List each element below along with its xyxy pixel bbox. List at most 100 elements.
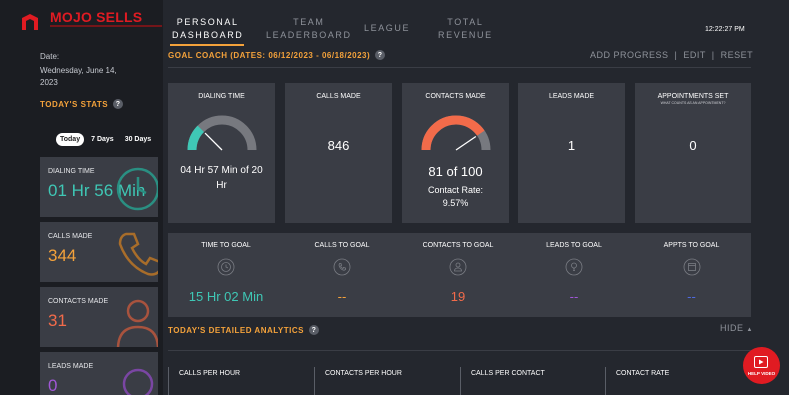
goal-title: CONTACTS TO GOAL bbox=[422, 242, 494, 249]
metric-card-leads-made: LEADS MADE 1 bbox=[518, 83, 625, 223]
tab-league[interactable]: LEAGUE bbox=[364, 22, 410, 35]
help-question-icon[interactable]: ? bbox=[375, 50, 386, 60]
tab-team-leaderboard[interactable]: TEAM LEADERBOARD bbox=[266, 16, 352, 42]
divider-line bbox=[168, 67, 751, 68]
tab-line: PERSONAL bbox=[176, 17, 239, 27]
tab-line: TEAM bbox=[293, 17, 325, 27]
goal-col-time: TIME TO GOAL 15 Hr 02 Min bbox=[168, 233, 284, 317]
metric-title: APPOINTMENTS SET bbox=[657, 93, 729, 100]
metric-value: 04 Hr 57 Min of 20 Hr bbox=[180, 165, 263, 191]
metric-card-calls-made: CALLS MADE 846 bbox=[285, 83, 392, 223]
dialing-time-gauge bbox=[187, 115, 256, 151]
active-tab-indicator bbox=[170, 44, 244, 46]
goal-title: TIME TO GOAL bbox=[201, 242, 251, 249]
goal-value: -- bbox=[569, 289, 579, 304]
goal-col-contacts: CONTACTS TO GOAL 19 bbox=[400, 233, 516, 317]
analytics-col-contact-rate: CONTACT RATE bbox=[605, 367, 669, 395]
metric-card-appointments-set: APPOINTMENTS SET WHAT COUNTS AS AN APPOI… bbox=[635, 83, 751, 223]
goal-col-leads: LEADS TO GOAL -- bbox=[516, 233, 632, 317]
metric-value: 0 bbox=[689, 138, 697, 153]
calendar-icon bbox=[683, 258, 700, 276]
analytics-label: TODAY'S DETAILED ANALYTICS bbox=[168, 325, 304, 335]
stat-value: 344 bbox=[48, 246, 77, 265]
hide-label: HIDE bbox=[720, 323, 744, 333]
tab-line: LEADERBOARD bbox=[266, 30, 352, 40]
lightbulb-icon bbox=[565, 258, 583, 276]
clock: 12:22:27 PM bbox=[705, 26, 745, 33]
video-icon bbox=[754, 356, 768, 368]
goal-col-appointments: APPTS TO GOAL -- bbox=[632, 233, 751, 317]
help-question-icon[interactable]: ? bbox=[308, 325, 319, 335]
range-tab-30-days[interactable]: 30 Days bbox=[121, 133, 155, 146]
reset-button[interactable]: RESET bbox=[721, 50, 754, 60]
chevron-up-icon: ▲ bbox=[746, 327, 753, 333]
edit-button[interactable]: EDIT bbox=[683, 50, 705, 60]
lightbulb-icon bbox=[122, 368, 154, 395]
tab-personal-dashboard[interactable]: PERSONAL DASHBOARD bbox=[172, 16, 243, 42]
clock-icon bbox=[217, 258, 235, 276]
add-progress-button[interactable]: ADD PROGRESS bbox=[590, 50, 669, 60]
range-tab-7-days[interactable]: 7 Days bbox=[87, 133, 118, 146]
divider: | bbox=[671, 50, 681, 60]
goal-coach-title: GOAL COACH (DATES: 06/12/2023 - 06/18/20… bbox=[168, 50, 386, 60]
goal-value: -- bbox=[687, 289, 696, 304]
tab-line: TOTAL bbox=[447, 17, 484, 27]
analytics-col-calls-per-contact: CALLS PER CONTACT bbox=[460, 367, 545, 395]
stat-card-leads-made: LEADS MADE 0 bbox=[40, 352, 158, 395]
logo-mark-icon bbox=[22, 14, 38, 30]
goal-value: -- bbox=[337, 289, 347, 304]
help-question-icon[interactable]: ? bbox=[113, 99, 124, 109]
help-video-button[interactable]: HELP VIDEO bbox=[743, 347, 780, 384]
range-tab-today[interactable]: Today bbox=[56, 133, 85, 146]
person-icon bbox=[449, 258, 467, 276]
goal-title: LEADS TO GOAL bbox=[546, 242, 602, 249]
goal-coach-label: GOAL COACH (DATES: 06/12/2023 - 06/18/20… bbox=[168, 50, 371, 60]
contact-rate-label: Contact Rate: bbox=[427, 185, 484, 195]
date-value: Wednesday, June 14, 2023 bbox=[40, 66, 117, 87]
todays-stats-title: TODAY'S STATS ? bbox=[40, 99, 124, 109]
metric-title: DIALING TIME bbox=[198, 93, 245, 100]
goal-value: 15 Hr 02 Min bbox=[188, 289, 264, 304]
stat-label: LEADS MADE bbox=[48, 363, 94, 370]
contact-rate-value: 9.57% bbox=[442, 198, 469, 208]
metric-title: LEADS MADE bbox=[548, 93, 595, 100]
stat-value: 31 bbox=[48, 311, 67, 330]
tab-line: DASHBOARD bbox=[172, 30, 244, 40]
goal-col-calls: CALLS TO GOAL -- bbox=[284, 233, 400, 317]
goal-title: APPTS TO GOAL bbox=[663, 242, 720, 249]
metric-value: 1 bbox=[567, 138, 576, 153]
analytics-col-contacts-per-hour: CONTACTS PER HOUR bbox=[314, 367, 402, 395]
stat-card-calls-made: CALLS MADE 344 bbox=[40, 222, 158, 282]
todays-stats-label: TODAY'S STATS bbox=[40, 99, 109, 109]
tab-line: LEAGUE bbox=[364, 23, 411, 33]
hide-analytics-button[interactable]: HIDE ▲ bbox=[720, 323, 753, 333]
metric-card-dialing-time: DIALING TIME 04 Hr 57 Min of 20 Hr bbox=[168, 83, 275, 223]
stat-card-dialing-time: DIALING TIME 01 Hr 56 Min bbox=[40, 157, 158, 217]
metric-title: CALLS MADE bbox=[316, 93, 361, 100]
metric-value: 846 bbox=[327, 138, 350, 153]
logo[interactable]: MOJO SELLS bbox=[18, 9, 162, 35]
to-goal-panel: TIME TO GOAL 15 Hr 02 Min CALLS TO GOAL … bbox=[168, 233, 751, 317]
appointment-definition-link[interactable]: WHAT COUNTS AS AN APPOINTMENT? bbox=[635, 101, 751, 105]
divider: | bbox=[708, 50, 718, 60]
phone-icon bbox=[118, 232, 158, 276]
person-icon bbox=[116, 299, 158, 347]
metric-title: CONTACTS MADE bbox=[425, 93, 486, 100]
stat-label: DIALING TIME bbox=[48, 168, 95, 175]
analytics-col-calls-per-hour: CALLS PER HOUR bbox=[168, 367, 240, 395]
tab-line: REVENUE bbox=[438, 30, 493, 40]
sidebar: MOJO SELLS Date: Wednesday, June 14, 202… bbox=[0, 0, 163, 395]
analytics-panel: CALLS PER HOUR CONTACTS PER HOUR CALLS P… bbox=[168, 350, 751, 395]
tab-total-revenue[interactable]: TOTAL REVENUE bbox=[438, 16, 493, 42]
metric-card-contacts-made: CONTACTS MADE 81 of 100 Contact Rate: 9.… bbox=[402, 83, 509, 223]
clock-icon bbox=[116, 167, 158, 211]
range-tabs: Today 7 Days 30 Days bbox=[56, 133, 155, 146]
brand-name: MOJO SELLS bbox=[50, 9, 143, 25]
contacts-made-gauge bbox=[421, 115, 490, 151]
date-label: Date: bbox=[40, 52, 60, 61]
goal-title: CALLS TO GOAL bbox=[314, 242, 370, 249]
help-video-label: HELP VIDEO bbox=[747, 371, 776, 376]
analytics-title: TODAY'S DETAILED ANALYTICS ? bbox=[168, 325, 319, 335]
stat-value: 0 bbox=[48, 376, 58, 395]
stat-card-contacts-made: CONTACTS MADE 31 bbox=[40, 287, 158, 347]
